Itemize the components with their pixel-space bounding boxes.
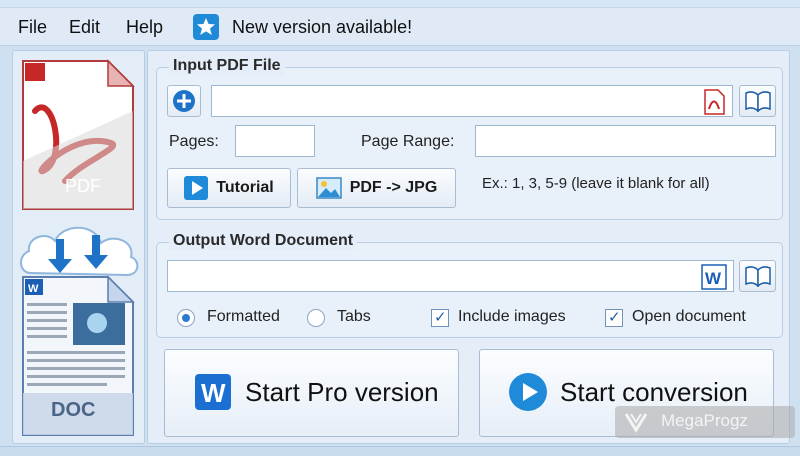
menu-help[interactable]: Help	[126, 17, 163, 38]
play-circle-icon	[509, 373, 547, 411]
status-bar	[0, 446, 800, 456]
menu-bar: File Edit Help New version available!	[0, 8, 800, 46]
input-pdf-title: Input PDF File	[169, 57, 285, 75]
tutorial-button[interactable]: Tutorial	[167, 168, 291, 208]
input-pdf-group: Input PDF File Pages: Page Range: Tutori…	[156, 57, 783, 220]
browse-output-button[interactable]	[739, 260, 776, 292]
formatted-radio[interactable]	[177, 309, 195, 327]
word-logo-icon: W	[195, 374, 231, 410]
open-book-icon	[744, 91, 771, 112]
open-book-icon	[744, 266, 771, 287]
input-pdf-path-field[interactable]	[211, 85, 733, 117]
svg-text:W: W	[28, 283, 39, 295]
pdf-caption: PDF	[65, 176, 101, 196]
open-document-checkbox[interactable]	[605, 308, 623, 327]
svg-text:W: W	[201, 378, 226, 408]
start-pro-label: Start Pro version	[245, 377, 439, 407]
pdf-to-jpg-label: PDF -> JPG	[349, 179, 438, 196]
menu-edit[interactable]: Edit	[69, 17, 100, 38]
page-range-hint: Ex.: 1, 3, 5-9 (leave it blank for all)	[482, 175, 710, 192]
add-file-button[interactable]	[167, 85, 201, 117]
output-word-path-field[interactable]: W	[167, 260, 734, 292]
conversion-illustration: W PDF DOC	[12, 50, 145, 444]
output-word-group: Output Word Document W Formatted Tabs In…	[156, 232, 783, 338]
menu-file[interactable]: File	[18, 17, 47, 38]
page-range-label: Page Range:	[361, 133, 455, 150]
pdf-file-icon	[704, 89, 725, 115]
start-pro-button[interactable]: W Start Pro version	[164, 349, 459, 437]
include-images-label[interactable]: Include images	[458, 308, 566, 326]
pages-label: Pages:	[169, 133, 219, 150]
svg-text:W: W	[705, 269, 722, 288]
plus-circle-icon	[173, 90, 195, 112]
watermark-logo-icon	[624, 413, 648, 433]
start-conversion-label: Start conversion	[560, 377, 748, 407]
tutorial-label: Tutorial	[216, 179, 274, 196]
play-icon	[184, 176, 209, 200]
tabs-radio[interactable]	[307, 309, 325, 327]
open-document-label[interactable]: Open document	[632, 308, 746, 326]
window-top-edge	[0, 0, 800, 8]
pages-field[interactable]	[235, 125, 315, 157]
browse-input-button[interactable]	[739, 85, 776, 117]
doc-caption: DOC	[51, 399, 96, 421]
page-range-field[interactable]	[475, 125, 776, 157]
tabs-label[interactable]: Tabs	[337, 308, 371, 326]
output-word-title: Output Word Document	[169, 232, 358, 250]
update-star-icon[interactable]	[193, 14, 219, 40]
watermark-text: MegaProgz	[661, 411, 748, 430]
include-images-checkbox[interactable]	[431, 308, 449, 327]
image-icon	[315, 177, 342, 199]
formatted-label[interactable]: Formatted	[207, 308, 280, 326]
pdf-to-doc-graphic: W	[20, 59, 139, 436]
main-panel: Input PDF File Pages: Page Range: Tutori…	[147, 50, 790, 444]
pdf-to-jpg-button[interactable]: PDF -> JPG	[297, 168, 456, 208]
new-version-link[interactable]: New version available!	[232, 17, 412, 38]
word-file-icon: W	[701, 264, 727, 290]
